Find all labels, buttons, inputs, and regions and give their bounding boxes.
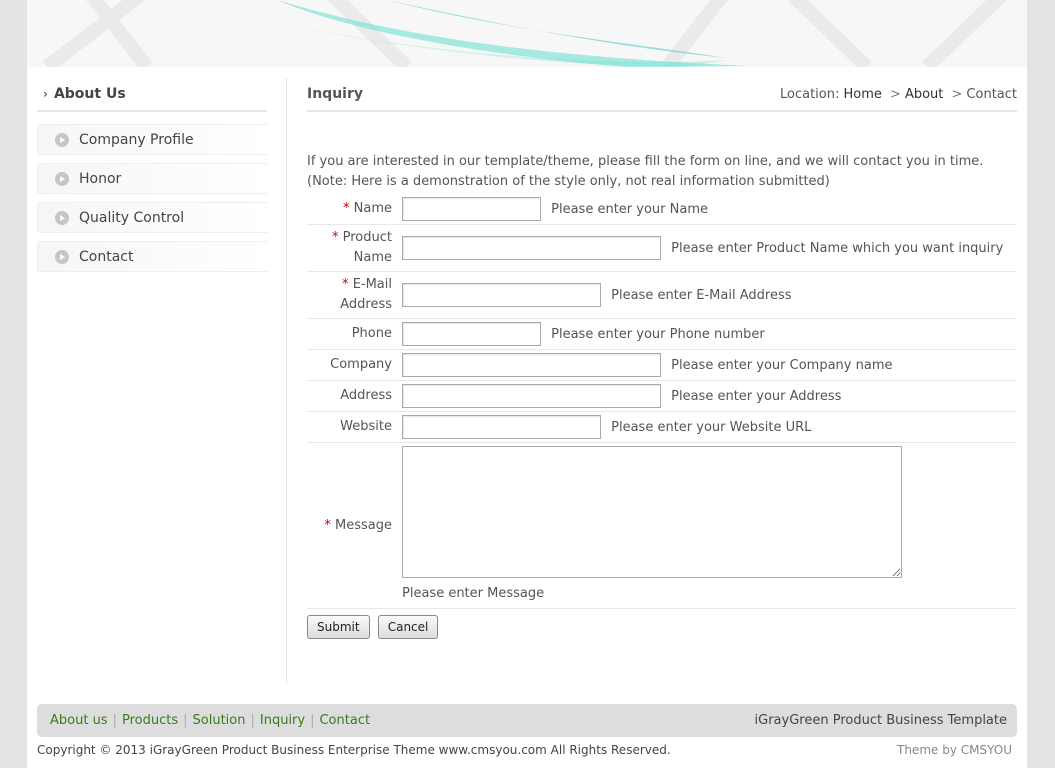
breadcrumb-about[interactable]: About — [905, 87, 943, 102]
phone-hint: Please enter your Phone number — [551, 326, 765, 342]
phone-label: Phone — [307, 318, 402, 350]
circle-arrow-icon — [55, 210, 69, 225]
sidebar-item-label: Quality Control — [79, 209, 185, 226]
sidebar-item-label: Contact — [79, 248, 134, 265]
footer-separator: | — [183, 713, 188, 728]
footer-link-solution[interactable]: Solution — [193, 713, 246, 728]
sidebar-list: Company Profile Honor Quality Control Co… — [37, 124, 267, 272]
company-label: Company — [307, 349, 402, 381]
company-hint: Please enter your Company name — [671, 357, 893, 373]
footer-nav: About us | Products | Solution | Inquiry | Conta… — [50, 713, 370, 728]
message-hint: Please enter Message — [402, 586, 545, 601]
website-label: Website — [307, 411, 402, 443]
breadcrumb: Location: Home > About > Contact — [780, 87, 1017, 102]
breadcrumb-separator: > — [890, 86, 901, 102]
form-actions: Submit Cancel — [307, 615, 1017, 639]
footer-link-products[interactable]: Products — [122, 713, 178, 728]
copyright-text: Copyright © 2013 iGrayGreen Product Busi… — [37, 743, 671, 757]
form-row-address: Address Please enter your Address — [307, 380, 1017, 412]
footer-separator: | — [112, 713, 117, 728]
email-label: * E-Mail Address — [307, 271, 402, 319]
product-hint: Please enter Product Name which you want… — [671, 240, 1004, 256]
theme-credit: Theme by CMSYOU — [897, 743, 1012, 757]
form-row-email: * E-Mail Address Please enter E-Mail Add… — [307, 271, 1017, 319]
footer-bar: About us | Products | Solution | Inquiry | Conta… — [37, 704, 1017, 737]
intro-text: If you are interested in our template/th… — [307, 152, 1017, 192]
email-label-text: E-Mail — [352, 277, 392, 292]
page-title: Inquiry — [307, 86, 363, 102]
message-label-text: Message — [335, 517, 392, 533]
breadcrumb-separator: > — [951, 86, 963, 102]
sidebar-header: › About Us — [37, 78, 267, 112]
footer-separator: | — [310, 713, 315, 728]
breadcrumb-current: Contact — [966, 86, 1017, 102]
website-hint: Please enter your Website URL — [611, 419, 812, 435]
name-input[interactable] — [402, 197, 541, 221]
sidebar-title: About Us — [53, 86, 126, 102]
chevron-right-icon: › — [43, 87, 48, 101]
required-mark: * — [332, 230, 339, 245]
footer-separator: | — [250, 713, 255, 728]
message-label: * Message — [307, 442, 402, 609]
footer-link-contact[interactable]: Contact — [319, 713, 370, 728]
breadcrumb-prefix: Location: — [779, 86, 840, 102]
submit-button[interactable]: Submit — [307, 615, 370, 639]
required-mark: * — [324, 517, 331, 533]
phone-input[interactable] — [402, 322, 541, 346]
sidebar: › About Us Company Profile Honor Quality… — [37, 78, 267, 280]
form-row-website: Website Please enter your Website URL — [307, 411, 1017, 443]
footer-link-inquiry[interactable]: Inquiry — [260, 713, 305, 728]
main-content: Inquiry Location: Home > About > Contact I… — [307, 78, 1017, 639]
required-mark: * — [342, 277, 349, 292]
form-row-phone: Phone Please enter your Phone number — [307, 318, 1017, 350]
sidebar-item-company-profile[interactable]: Company Profile — [37, 124, 267, 155]
form-row-product: * Product Name Please enter Product Name… — [307, 224, 1017, 272]
sidebar-item-contact[interactable]: Contact — [37, 241, 267, 272]
name-label-text: Name — [353, 201, 392, 216]
inquiry-form: * Name Please enter your Name * Product … — [307, 194, 1017, 609]
column-divider — [286, 78, 287, 683]
form-row-name: * Name Please enter your Name — [307, 194, 1017, 225]
cancel-button[interactable]: Cancel — [377, 615, 439, 639]
product-name-input[interactable] — [402, 236, 661, 260]
email-input[interactable] — [402, 283, 601, 307]
main-header: Inquiry Location: Home > About > Contact — [307, 78, 1017, 112]
name-label: * Name — [307, 194, 402, 225]
required-mark: * — [343, 201, 350, 216]
product-label: * Product Name — [307, 224, 402, 272]
name-hint: Please enter your Name — [551, 201, 708, 217]
banner-decoration — [42, 0, 1007, 67]
sidebar-item-label: Company Profile — [79, 131, 194, 148]
address-label: Address — [307, 380, 402, 412]
company-input[interactable] — [402, 353, 661, 377]
circle-arrow-icon — [55, 249, 69, 264]
address-hint: Please enter your Address — [671, 388, 842, 404]
message-textarea[interactable] — [402, 446, 902, 578]
form-row-company: Company Please enter your Company name — [307, 349, 1017, 381]
form-row-message: * Message Please enter Message — [307, 442, 1017, 609]
footer-template-name: iGrayGreen Product Business Template — [754, 713, 1007, 728]
sidebar-item-honor[interactable]: Honor — [37, 163, 267, 194]
breadcrumb-home[interactable]: Home — [844, 87, 882, 102]
header-banner — [27, 0, 1027, 67]
product-label-text: Name — [353, 250, 392, 265]
product-label-text: Product — [342, 230, 392, 245]
footer-link-about-us[interactable]: About us — [50, 713, 108, 728]
page-container: › About Us Company Profile Honor Quality… — [27, 0, 1027, 768]
website-input[interactable] — [402, 415, 601, 439]
sidebar-item-quality-control[interactable]: Quality Control — [37, 202, 267, 233]
email-hint: Please enter E-Mail Address — [611, 287, 792, 303]
sidebar-item-label: Honor — [79, 170, 122, 187]
address-input[interactable] — [402, 384, 661, 408]
intro-note: (Note: Here is a demonstration of the st… — [307, 174, 830, 189]
intro-line: If you are interested in our template/th… — [307, 154, 984, 169]
circle-arrow-icon — [55, 171, 69, 186]
email-label-text: Address — [340, 297, 392, 312]
circle-arrow-icon — [55, 132, 69, 147]
